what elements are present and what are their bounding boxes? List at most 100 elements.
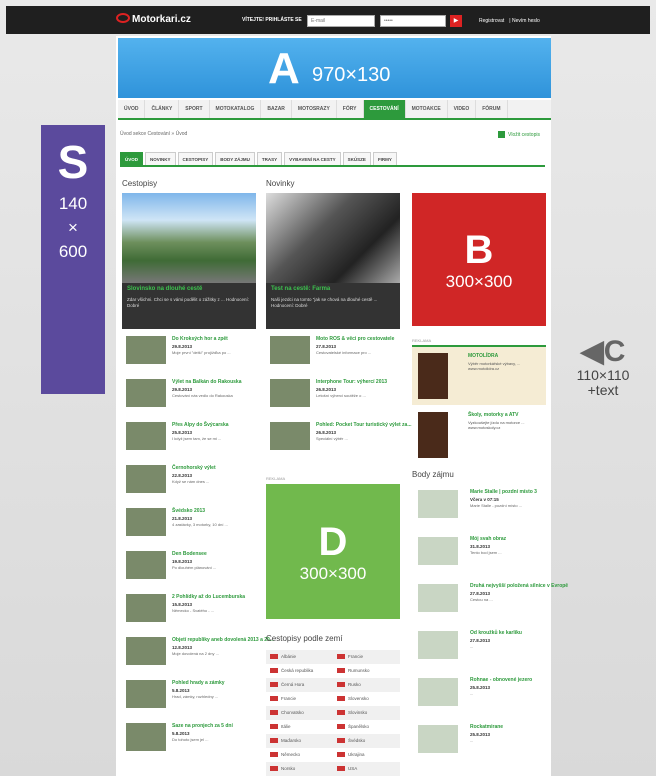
main-nav: ÚVOD ČLÁNKY SPORT MOTOKATALOG BAZAR MOTOSRAZY… [118,100,551,120]
list-item[interactable]: Pohled: Pocket Tour turistický výlet za.… [270,420,412,463]
ad-banner-a[interactable]: A 970×130 [118,38,551,98]
ad-box-d[interactable]: D 300×300 [266,484,400,619]
item-desc: Cestou na ... [470,597,493,602]
list-item[interactable]: Černohorský výlet 22.8.2013 Když se nám dn… [126,463,262,506]
country-link[interactable]: Francie [333,650,400,664]
item-title: Od kroužků ke karlíku [470,630,522,636]
nav-item[interactable]: MOTOKATALOG [210,100,262,118]
item-date: 5.8.2013 [172,688,190,693]
ad-box-b[interactable]: B 300×300 [412,193,546,326]
country-link[interactable]: Černá Hora [266,678,333,692]
item-date: Včera v 07:15 [470,497,499,502]
logo-text: Motorkari.cz [132,14,191,25]
country-link[interactable]: Ukrajina [333,748,400,762]
subnav-tab[interactable]: BODY ZÁJMU [215,152,255,165]
nav-item[interactable]: FÓRUM [476,100,508,118]
forgot-password-link[interactable]: Nevím heslo [512,18,540,24]
country-name: Rumunsko [348,668,370,673]
nav-item[interactable]: BAZAR [261,100,292,118]
item-title: Přes Alpy do Švýcarska [172,422,229,428]
subnav-tab[interactable]: VYBAVENÍ NA CESTY [284,152,341,165]
nav-item[interactable]: ČLÁNKY [145,100,180,118]
list-item[interactable]: Pohled hrady a zámky 5.8.2013 Hrad, zámky,… [126,678,262,721]
hero-travelogue[interactable]: Slovinsko na dlouhé cestě Zdar všichni. … [122,193,256,329]
item-thumbnail [418,631,458,659]
list-item[interactable]: Od kroužků ke karlíku 27.8.2013... [418,627,548,674]
nav-item[interactable]: SPORT [179,100,210,118]
subnav-tab[interactable]: FIRMY [372,152,397,165]
list-item[interactable]: Moto ROS & věci pro cestovatele 27.8.2013… [270,334,400,377]
item-thumbnail [126,637,166,665]
item-thumbnail [418,725,458,753]
country-link[interactable]: Rumunsko [333,664,400,678]
item-title: Rockatmirane [470,724,504,730]
country-link[interactable]: Slovinsko [333,706,400,720]
list-item[interactable]: Mój svah obraz 31.8.2013 Tento bod jsem ..… [418,533,548,580]
country-link[interactable]: Francie [266,692,333,706]
item-thumbnail [418,584,458,612]
flag-icon [337,752,345,757]
item-thumbnail [126,594,166,622]
list-item[interactable]: Interphone Tour: výhercí 2013 26.8.2013 Le… [270,377,400,420]
country-link[interactable]: Španělsko [333,720,400,734]
item-thumbnail [126,680,166,708]
item-desc: Cestování nás vedlo do Rakouska [172,393,233,398]
country-link[interactable]: Německo [266,748,333,762]
country-link[interactable]: Norsko [266,762,333,776]
list-item[interactable]: Den Bodensee 19.8.2013 Po dlouhém plánován… [126,549,262,592]
email-field[interactable]: E-mail [307,15,375,27]
add-travelogue-link[interactable]: Vložit cestopis [498,131,540,138]
country-link[interactable]: Rusko [333,678,400,692]
password-field[interactable]: ••••• [380,15,446,27]
nav-item[interactable]: VIDEO [448,100,477,118]
nav-item[interactable]: MOTOAKCE [406,100,448,118]
list-item[interactable]: Výlet na Balkán do Rakouska 29.8.2013 Cest… [126,377,262,420]
nav-item[interactable]: FÓRY [337,100,364,118]
plus-icon [498,131,505,138]
country-link[interactable]: Albánie [266,650,333,664]
list-item[interactable]: 2 Pohlídky až do Lucemburska 15.8.2013 Něm… [126,592,262,635]
country-name: Chorvatsko [281,710,304,715]
list-item[interactable]: Rockatmirane 25.8.2013... [418,721,548,768]
nav-item[interactable]: MOTOSRAZY [292,100,337,118]
nav-item[interactable]: ÚVOD [118,100,146,118]
subnav-tab[interactable]: SKÚSZE [342,152,371,165]
ad-size: 970×130 [312,64,391,86]
country-link[interactable]: Švédsko [333,734,400,748]
item-title: Druhá nejvyšší položená silnice v Evropě [470,583,569,589]
item-thumbnail [418,537,458,565]
country-link[interactable]: Itálie [266,720,333,734]
register-link[interactable]: Registrovat [479,18,504,24]
country-link[interactable]: USA [333,762,400,776]
subnav-tab[interactable]: NOVINKY [145,152,176,165]
hero-news[interactable]: Test na cestě: Farma Naši jezdci na tomt… [266,193,400,329]
item-date: 26.8.2013 [316,430,337,435]
promo-image [418,353,448,399]
list-item[interactable]: Švédsko 2013 21.8.2013 4 zastávky, 3 motor… [126,506,262,549]
nav-item[interactable]: CESTOVÁNÍ [363,100,406,118]
country-link[interactable]: Maďarsko [266,734,333,748]
ad-size-times: × [68,218,78,237]
subnav-tab[interactable]: TRASY [256,152,283,165]
item-date: 5.8.2013 [172,731,190,736]
ad-skyscraper-s[interactable]: S 140 × 600 [41,125,105,394]
site-logo[interactable]: Motorkari.cz [116,13,191,25]
country-link[interactable]: Chorvatsko [266,706,333,720]
item-title: Den Bodensee [172,551,207,557]
country-link[interactable]: Česká republika [266,664,333,678]
subnav-tab[interactable]: ÚVOD [120,152,144,165]
flag-icon [270,668,278,673]
login-button[interactable]: ▶ [450,15,462,27]
logo-icon [116,13,130,23]
list-item[interactable]: Druhá nejvyšší položená silnice v Evropě… [418,580,568,627]
list-item[interactable]: Rohnae - obnovené jezero 25.8.2013... [418,674,548,721]
country-link[interactable]: Slovensko [333,692,400,706]
list-item[interactable]: Marie Stalle | pozdní místo 3 Včera v 07:… [418,486,548,533]
promo-box[interactable]: Školy, motorky a ATV Vyzkoušejte jízdu n… [412,406,546,462]
promo-box-c[interactable]: MOTOLÍDRA Výběr motorkářské výbavy, ... … [412,345,546,405]
subnav-tab[interactable]: CESTOPISY [177,152,214,165]
list-item[interactable]: Saze na pronjech za 5 dní 5.8.2013 Do toho… [126,721,262,764]
list-item[interactable]: Do Kroksých hor a zpět 29.8.2013 Moje prvn… [126,334,262,377]
list-item[interactable]: Objetí republiky aneb dovolená 2013 a 29… [126,635,274,678]
list-item[interactable]: Přes Alpy do Švýcarska 25.8.2013 I když js… [126,420,262,463]
